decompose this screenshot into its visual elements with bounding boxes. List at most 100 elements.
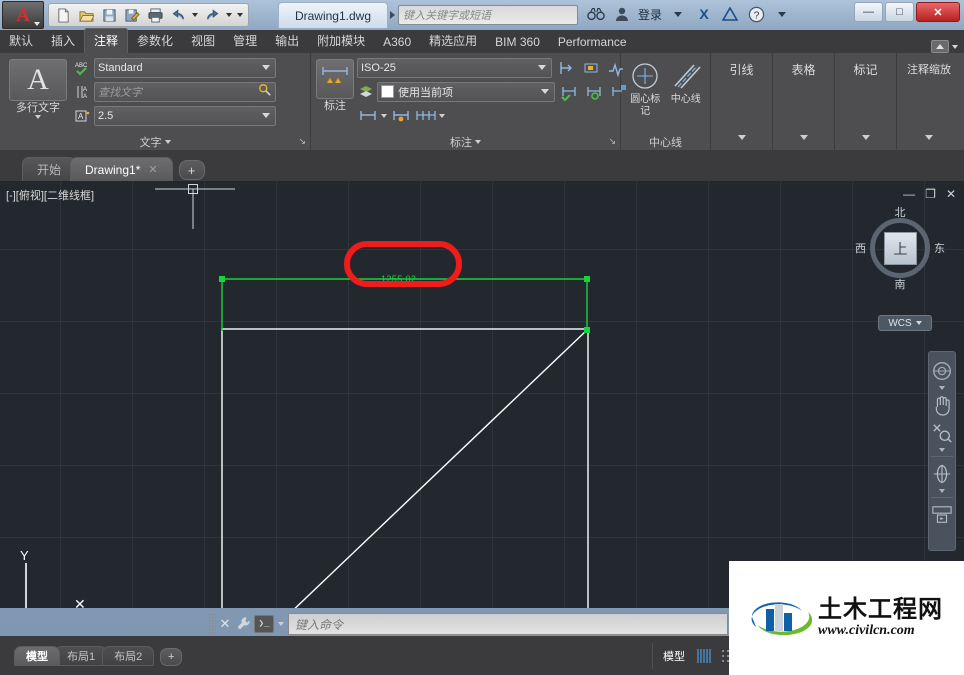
- close-icon[interactable]: ✕: [216, 613, 234, 635]
- qat-customize-icon[interactable]: [236, 5, 244, 25]
- file-tab-start[interactable]: 开始: [22, 157, 77, 181]
- drawing-canvas[interactable]: [-][俯视][二维线框] — ❐ ✕ 1255.02 Y ✕ 上 北 南 西 …: [0, 181, 964, 608]
- grid-display-toggle[interactable]: [693, 645, 715, 667]
- chevron-down-icon[interactable]: [737, 135, 746, 140]
- new-layout-button[interactable]: +: [160, 647, 183, 666]
- undo-dropdown-icon[interactable]: [191, 5, 199, 25]
- maximize-button[interactable]: □: [885, 2, 914, 22]
- chevron-down-icon[interactable]: [861, 135, 870, 140]
- compass-west-label[interactable]: 西: [855, 240, 866, 256]
- dimension-layer-combo[interactable]: 使用当前项: [377, 81, 555, 102]
- layout-tab-layout1[interactable]: 布局1: [55, 645, 108, 666]
- ribbon-tab-annotate[interactable]: 注释: [84, 28, 129, 53]
- compass-north-label[interactable]: 北: [895, 204, 906, 220]
- close-icon[interactable]: ✕: [148, 163, 157, 176]
- dimension-reassociate-icon[interactable]: [583, 82, 605, 102]
- status-model-label[interactable]: 模型: [657, 648, 691, 664]
- find-text-search-icon[interactable]: [258, 83, 272, 100]
- continue-dimension-icon[interactable]: [415, 106, 437, 126]
- showmotion-icon[interactable]: [930, 502, 954, 528]
- wcs-selector[interactable]: WCS: [878, 315, 932, 331]
- chevron-down-icon[interactable]: [278, 622, 284, 626]
- ribbon-tab-addins[interactable]: 附加模块: [308, 29, 374, 53]
- view-cube-top-face[interactable]: 上: [884, 232, 917, 265]
- new-file-tab-button[interactable]: +: [178, 160, 205, 180]
- chevron-down-icon[interactable]: [925, 135, 933, 140]
- help-icon[interactable]: ?: [746, 4, 766, 24]
- command-prompt-icon[interactable]: ❯_: [254, 615, 274, 633]
- application-menu-button[interactable]: A: [2, 1, 44, 29]
- ribbon-tab-performance[interactable]: Performance: [549, 32, 636, 53]
- user-account-icon[interactable]: [612, 4, 632, 24]
- find-text-input[interactable]: 查找文字: [94, 81, 276, 102]
- dimension-style-combo[interactable]: ISO-25: [357, 57, 552, 78]
- panel-leader[interactable]: 引线: [711, 53, 773, 150]
- chevron-right-icon[interactable]: [386, 5, 398, 25]
- autodesk-exchange-icon[interactable]: X: [694, 4, 714, 24]
- ribbon-tab-view[interactable]: 视图: [182, 29, 224, 53]
- chevron-down-icon[interactable]: [35, 115, 41, 119]
- orbit-icon[interactable]: [930, 461, 954, 487]
- chevron-down-icon[interactable]: [381, 113, 387, 118]
- panel-dialog-launcher-icon[interactable]: ↘: [298, 136, 306, 147]
- panel-title-dimension[interactable]: 标注 ↘: [311, 133, 620, 150]
- undo-icon[interactable]: [168, 5, 188, 25]
- open-file-icon[interactable]: [76, 5, 96, 25]
- quick-dimension-icon[interactable]: [390, 106, 412, 126]
- chevron-down-icon[interactable]: [799, 135, 808, 140]
- steering-wheel-icon[interactable]: [930, 358, 954, 384]
- dimension-break-icon[interactable]: [555, 58, 577, 78]
- ribbon-minimize-control[interactable]: [931, 40, 958, 53]
- text-style-combo[interactable]: Standard: [94, 57, 276, 78]
- compass-east-label[interactable]: 东: [934, 240, 945, 256]
- settings-wrench-icon[interactable]: [234, 613, 254, 635]
- chevron-down-icon[interactable]: [668, 4, 688, 24]
- plot-icon[interactable]: [145, 5, 165, 25]
- chevron-down-icon[interactable]: [939, 448, 945, 452]
- panel-annotation-scaling[interactable]: 注释缩放: [897, 53, 961, 150]
- ribbon-tab-bim360[interactable]: BIM 360: [486, 32, 549, 53]
- file-tab-drawing1[interactable]: Drawing1* ✕: [70, 157, 173, 181]
- redo-icon[interactable]: [202, 5, 222, 25]
- ribbon-tab-parametric[interactable]: 参数化: [128, 29, 182, 53]
- autodesk-logo-icon[interactable]: [720, 4, 740, 24]
- redo-dropdown-icon[interactable]: [225, 5, 233, 25]
- layout-tab-model[interactable]: 模型: [14, 645, 60, 666]
- save-as-icon[interactable]: [122, 5, 142, 25]
- centerline-button[interactable]: 中心线: [667, 57, 706, 133]
- dimension-inspect-icon[interactable]: [580, 58, 602, 78]
- search-input[interactable]: 键入关键字或短语: [398, 5, 578, 25]
- save-icon[interactable]: [99, 5, 119, 25]
- binoculars-icon[interactable]: [586, 4, 606, 24]
- chevron-down-icon[interactable]: [939, 489, 945, 493]
- pan-hand-icon[interactable]: [930, 392, 954, 418]
- new-file-icon[interactable]: [53, 5, 73, 25]
- panel-title-text[interactable]: 文字 ↘: [0, 133, 310, 150]
- layout-tab-layout2[interactable]: 布局2: [102, 645, 155, 666]
- ribbon-tab-featured-apps[interactable]: 精选应用: [420, 29, 486, 53]
- ribbon-tab-insert[interactable]: 插入: [42, 29, 84, 53]
- text-height-combo[interactable]: 2.5: [94, 105, 276, 126]
- panel-title-centerline[interactable]: 中心线: [621, 133, 710, 150]
- chevron-down-icon[interactable]: [939, 386, 945, 390]
- help-dropdown-icon[interactable]: [772, 4, 792, 24]
- ribbon-tab-manage[interactable]: 管理: [224, 29, 266, 53]
- panel-markup[interactable]: 标记: [835, 53, 897, 150]
- minimize-button[interactable]: —: [854, 2, 883, 22]
- compass-south-label[interactable]: 南: [895, 276, 906, 292]
- command-line-grip[interactable]: [208, 613, 216, 635]
- linear-dimension-icon[interactable]: [357, 106, 379, 126]
- command-input[interactable]: 键入命令: [288, 613, 728, 635]
- panel-table[interactable]: 表格: [773, 53, 835, 150]
- chevron-down-icon[interactable]: [439, 113, 445, 118]
- ribbon-tab-default[interactable]: 默认: [0, 29, 42, 53]
- close-button[interactable]: ✕: [916, 2, 960, 22]
- ribbon-tab-a360[interactable]: A360: [374, 32, 420, 53]
- center-mark-button[interactable]: 圆心标记: [626, 57, 665, 133]
- multiline-text-button[interactable]: A 多行文字: [5, 57, 71, 133]
- dimension-button[interactable]: 标注: [316, 57, 354, 133]
- sign-in-label[interactable]: 登录: [638, 6, 662, 23]
- panel-dialog-launcher-icon[interactable]: ↘: [608, 136, 616, 147]
- ribbon-tab-output[interactable]: 输出: [266, 29, 308, 53]
- view-cube[interactable]: 上 北 南 西 东: [855, 204, 945, 292]
